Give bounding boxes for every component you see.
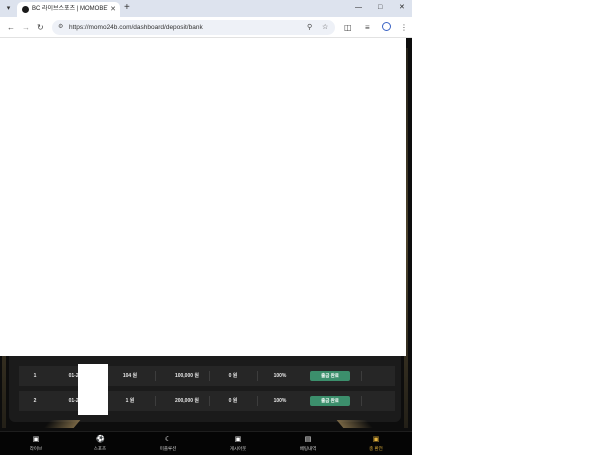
close-icon[interactable]: ✕ (110, 5, 116, 14)
tab-strip: ▾ BC 라이브스포츠 | MOMOBET ✕ + — □ ✕ (0, 0, 412, 17)
browser-window: ▾ BC 라이브스포츠 | MOMOBET ✕ + — □ ✕ ← → ↻ ⚙ … (0, 0, 412, 455)
decor-glow-right (336, 420, 374, 428)
soccer-ball-icon: ⚽ (96, 436, 105, 443)
bottom-nav: ▣ 라이브 ⚽ 스포츠 ☾ 미플루션 ▣ 게시아웃 ▤ 배팅내역 ▣ 충 환전 (0, 431, 412, 455)
forward-arrow-icon[interactable]: → (22, 22, 30, 33)
column-divider (209, 371, 210, 381)
plus-icon: + (124, 2, 130, 13)
favicon-icon (22, 6, 29, 13)
column-divider (361, 371, 362, 381)
browser-toolbar: ← → ↻ ⚙ https://momo24b.com/dashboard/de… (0, 17, 412, 38)
menu-kebab-icon[interactable]: ⋮ (400, 22, 408, 33)
bookmark-star-icon[interactable]: ☆ (322, 23, 328, 32)
row-amount: 200,000 원 (174, 398, 200, 404)
status-badge: 출금 완료 (310, 396, 350, 406)
tab-list-button[interactable]: ▾ (3, 3, 14, 14)
row-bonus: 0 원 (228, 398, 238, 404)
column-divider (209, 396, 210, 406)
maximize-icon[interactable]: □ (378, 3, 382, 13)
table-row: 1 01-27 104 원 100,000 원 0 원 100% 출금 완료 (19, 366, 395, 386)
moon-icon: ☾ (164, 436, 172, 443)
nav-label: 게시아웃 (229, 446, 247, 451)
row-method: 1 원 (125, 398, 135, 404)
media-controls-icon[interactable]: ≡ (365, 22, 370, 33)
column-divider (257, 396, 258, 406)
blank-overlay (0, 38, 406, 356)
row-rate: 100% (273, 398, 287, 404)
new-tab-button[interactable]: + (124, 2, 130, 14)
reload-icon[interactable]: ↻ (37, 22, 44, 33)
column-divider (155, 371, 156, 381)
row-method: 104 원 (122, 373, 138, 379)
nav-label: 스포츠 (93, 446, 107, 451)
nav-item-bet-history[interactable]: ▤ 배팅내역 (274, 432, 342, 455)
profile-avatar-icon[interactable] (382, 22, 391, 31)
nav-label: 미플루션 (159, 446, 177, 451)
wallet-icon: ▣ (372, 436, 380, 443)
table-row: 2 01-26 1 원 200,000 원 0 원 100% 출금 완료 (19, 391, 395, 411)
nav-label: 라이브 (29, 446, 43, 451)
column-divider (257, 371, 258, 381)
status-badge: 출금 완료 (310, 371, 350, 381)
site-info-icon[interactable]: ⚙ (58, 23, 63, 32)
column-divider (361, 396, 362, 406)
nav-label: 배팅내역 (299, 446, 317, 451)
nav-item-deposit-withdraw[interactable]: ▣ 충 환전 (342, 432, 410, 455)
nav-label: 충 환전 (369, 446, 383, 451)
decor-glow-left (43, 420, 81, 428)
row-rate: 100% (273, 373, 287, 379)
redaction-block (78, 364, 108, 415)
back-arrow-icon[interactable]: ← (7, 22, 15, 33)
nav-item-cashout[interactable]: ▣ 게시아웃 (204, 432, 272, 455)
nav-item-miniplay[interactable]: ☾ 미플루션 (134, 432, 202, 455)
chevron-down-icon: ▾ (6, 5, 11, 12)
url-text[interactable]: https://momo24b.com/dashboard/deposit/ba… (69, 23, 203, 32)
row-index: 1 (33, 373, 37, 379)
document-icon: ▤ (304, 436, 312, 443)
address-bar[interactable]: ⚙ https://momo24b.com/dashboard/deposit/… (52, 20, 335, 35)
zoom-icon[interactable]: ⚲ (307, 23, 312, 32)
nav-item-sports[interactable]: ⚽ 스포츠 (66, 432, 134, 455)
minimize-icon[interactable]: — (355, 3, 362, 13)
row-index: 2 (33, 398, 37, 404)
cash-icon: ▣ (234, 436, 242, 443)
row-bonus: 0 원 (228, 373, 238, 379)
extensions-icon[interactable]: ◫ (344, 22, 352, 33)
nav-item-live[interactable]: ▣ 라이브 (2, 432, 70, 455)
window-close-icon[interactable]: ✕ (399, 3, 405, 13)
page-viewport: 1 01-27 104 원 100,000 원 0 원 100% 출금 완료 2… (0, 38, 412, 455)
column-divider (155, 396, 156, 406)
live-icon: ▣ (32, 436, 40, 443)
browser-tab[interactable]: BC 라이브스포츠 | MOMOBET ✕ (17, 2, 120, 17)
row-amount: 100,000 원 (174, 373, 200, 379)
deposit-history-panel: 1 01-27 104 원 100,000 원 0 원 100% 출금 완료 2… (9, 356, 401, 422)
tab-title: BC 라이브스포츠 | MOMOBET (32, 6, 108, 12)
